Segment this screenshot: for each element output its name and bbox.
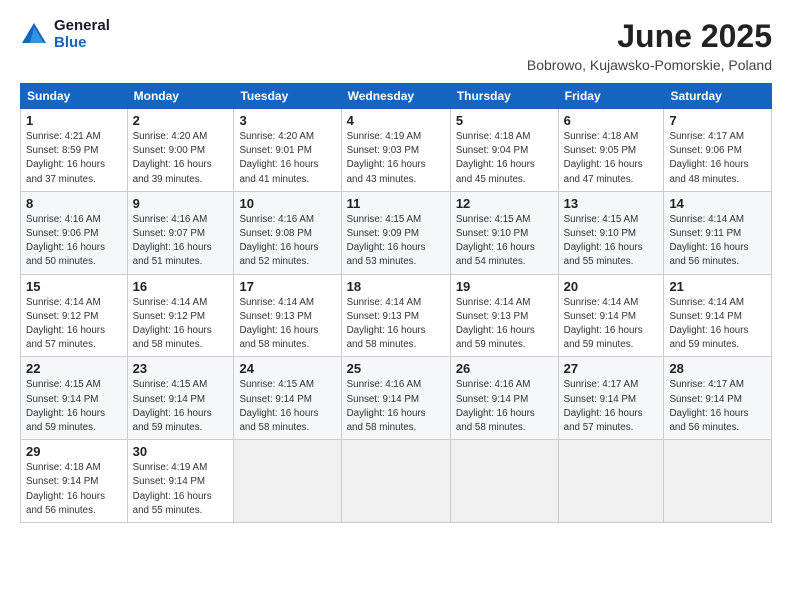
calendar-day-3: 3Sunrise: 4:20 AMSunset: 9:01 PMDaylight… [234, 109, 341, 192]
calendar-day-20: 20Sunrise: 4:14 AMSunset: 9:14 PMDayligh… [558, 274, 664, 357]
calendar-day-empty-w4d5 [558, 440, 664, 523]
calendar-day-2: 2Sunrise: 4:20 AMSunset: 9:00 PMDaylight… [127, 109, 234, 192]
logo-blue-text: Blue [54, 35, 110, 52]
calendar-day-27: 27Sunrise: 4:17 AMSunset: 9:14 PMDayligh… [558, 357, 664, 440]
calendar-day-19: 19Sunrise: 4:14 AMSunset: 9:13 PMDayligh… [450, 274, 558, 357]
header-tuesday: Tuesday [234, 84, 341, 109]
logo-general-text: General [54, 18, 110, 35]
header-friday: Friday [558, 84, 664, 109]
calendar-day-13: 13Sunrise: 4:15 AMSunset: 9:10 PMDayligh… [558, 191, 664, 274]
calendar-day-25: 25Sunrise: 4:16 AMSunset: 9:14 PMDayligh… [341, 357, 450, 440]
logo-text: General Blue [54, 18, 110, 51]
calendar-day-12: 12Sunrise: 4:15 AMSunset: 9:10 PMDayligh… [450, 191, 558, 274]
calendar-day-14: 14Sunrise: 4:14 AMSunset: 9:11 PMDayligh… [664, 191, 772, 274]
calendar-day-empty-w4d6 [664, 440, 772, 523]
calendar-day-15: 15Sunrise: 4:14 AMSunset: 9:12 PMDayligh… [21, 274, 128, 357]
calendar-header-row: Sunday Monday Tuesday Wednesday Thursday… [21, 84, 772, 109]
month-title: June 2025 [527, 18, 772, 55]
logo-icon [20, 21, 48, 49]
calendar-day-10: 10Sunrise: 4:16 AMSunset: 9:08 PMDayligh… [234, 191, 341, 274]
calendar-day-28: 28Sunrise: 4:17 AMSunset: 9:14 PMDayligh… [664, 357, 772, 440]
calendar-day-22: 22Sunrise: 4:15 AMSunset: 9:14 PMDayligh… [21, 357, 128, 440]
header-thursday: Thursday [450, 84, 558, 109]
calendar-day-24: 24Sunrise: 4:15 AMSunset: 9:14 PMDayligh… [234, 357, 341, 440]
location-subtitle: Bobrowo, Kujawsko-Pomorskie, Poland [527, 57, 772, 73]
calendar-table: Sunday Monday Tuesday Wednesday Thursday… [20, 83, 772, 523]
calendar-day-empty-w4d2 [234, 440, 341, 523]
calendar-day-16: 16Sunrise: 4:14 AMSunset: 9:12 PMDayligh… [127, 274, 234, 357]
logo: General Blue [20, 18, 110, 51]
calendar-day-26: 26Sunrise: 4:16 AMSunset: 9:14 PMDayligh… [450, 357, 558, 440]
calendar-day-8: 8Sunrise: 4:16 AMSunset: 9:06 PMDaylight… [21, 191, 128, 274]
calendar-day-1: 1Sunrise: 4:21 AMSunset: 8:59 PMDaylight… [21, 109, 128, 192]
calendar-day-30: 30Sunrise: 4:19 AMSunset: 9:14 PMDayligh… [127, 440, 234, 523]
calendar-day-9: 9Sunrise: 4:16 AMSunset: 9:07 PMDaylight… [127, 191, 234, 274]
calendar-day-18: 18Sunrise: 4:14 AMSunset: 9:13 PMDayligh… [341, 274, 450, 357]
calendar-day-11: 11Sunrise: 4:15 AMSunset: 9:09 PMDayligh… [341, 191, 450, 274]
page: General Blue June 2025 Bobrowo, Kujawsko… [0, 0, 792, 612]
header-area: General Blue June 2025 Bobrowo, Kujawsko… [20, 18, 772, 73]
calendar-day-23: 23Sunrise: 4:15 AMSunset: 9:14 PMDayligh… [127, 357, 234, 440]
calendar-day-6: 6Sunrise: 4:18 AMSunset: 9:05 PMDaylight… [558, 109, 664, 192]
header-monday: Monday [127, 84, 234, 109]
calendar-day-29: 29Sunrise: 4:18 AMSunset: 9:14 PMDayligh… [21, 440, 128, 523]
header-saturday: Saturday [664, 84, 772, 109]
header-wednesday: Wednesday [341, 84, 450, 109]
calendar-day-5: 5Sunrise: 4:18 AMSunset: 9:04 PMDaylight… [450, 109, 558, 192]
header-sunday: Sunday [21, 84, 128, 109]
title-area: June 2025 Bobrowo, Kujawsko-Pomorskie, P… [527, 18, 772, 73]
calendar-day-4: 4Sunrise: 4:19 AMSunset: 9:03 PMDaylight… [341, 109, 450, 192]
calendar-day-empty-w4d4 [450, 440, 558, 523]
calendar-day-7: 7Sunrise: 4:17 AMSunset: 9:06 PMDaylight… [664, 109, 772, 192]
calendar-day-21: 21Sunrise: 4:14 AMSunset: 9:14 PMDayligh… [664, 274, 772, 357]
calendar-day-empty-w4d3 [341, 440, 450, 523]
calendar-day-17: 17Sunrise: 4:14 AMSunset: 9:13 PMDayligh… [234, 274, 341, 357]
